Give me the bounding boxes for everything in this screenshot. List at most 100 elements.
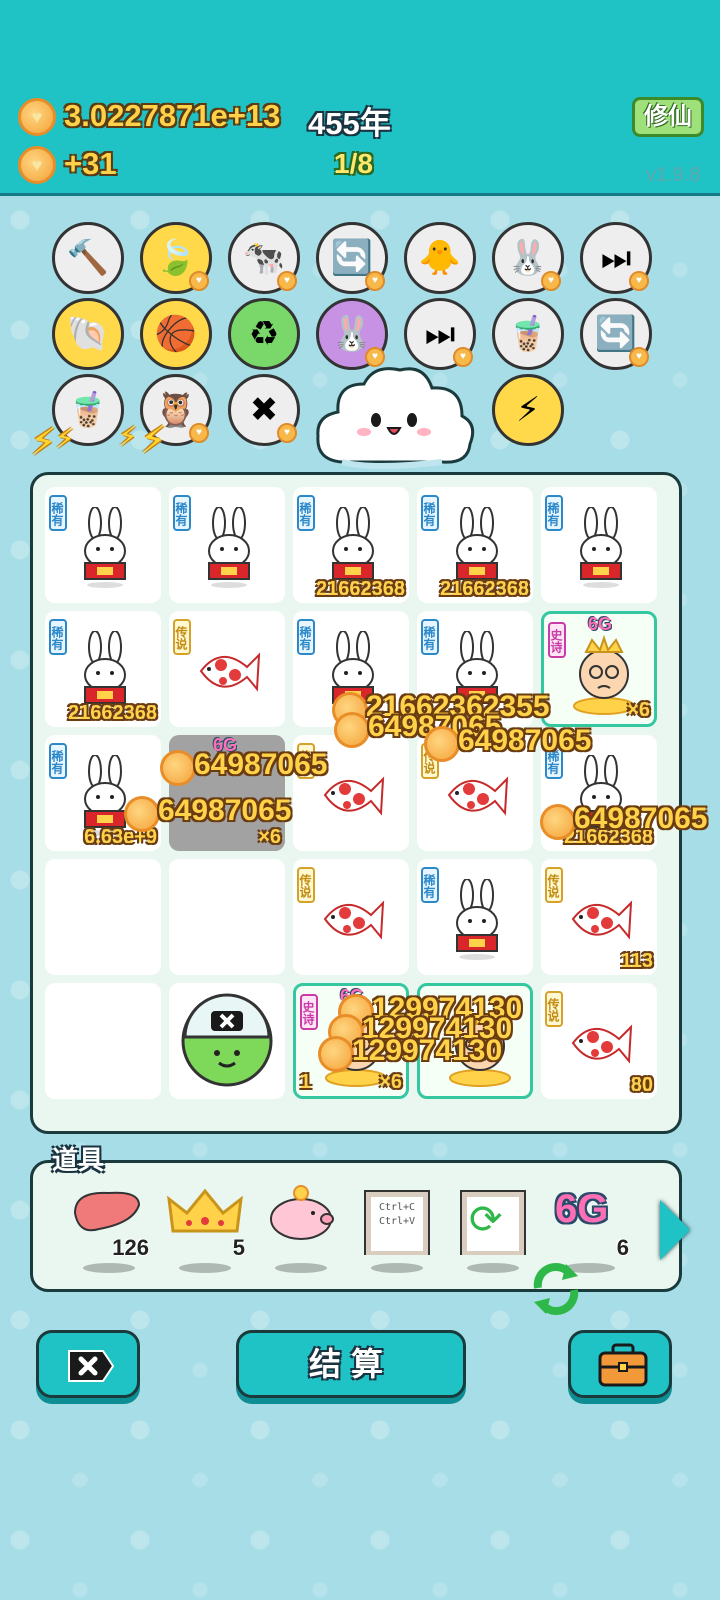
cultivate-button[interactable]: 修仙 (632, 97, 704, 137)
rabbit-icon (73, 506, 137, 589)
rarity-tag: 传说 (173, 619, 191, 655)
chick-icon[interactable]: 🐥 (404, 222, 476, 294)
cloud-mascot-icon[interactable] (312, 362, 478, 472)
settle-button[interactable]: 结算 (236, 1330, 466, 1398)
board-cell-fish[interactable]: 传说 (169, 611, 285, 727)
refresh-icon[interactable] (530, 1260, 582, 1318)
version-label: v1.9.8 (646, 164, 701, 186)
recycle-icon[interactable]: ♻ (228, 298, 300, 370)
rabbit-icon (321, 506, 385, 589)
skip-icon[interactable]: ⏭ ♥ (580, 222, 652, 294)
rarity-tag: 稀有 (297, 495, 315, 531)
hammer-icon[interactable]: 🔨 (52, 222, 124, 294)
floating-reward: 64987065 (158, 794, 292, 827)
skip-icon[interactable]: ⏭ ♥ (404, 298, 476, 370)
copy-paste-label: Ctrl+C Ctrl+V (378, 1202, 416, 1227)
board-cell-capsule[interactable] (169, 983, 285, 1099)
board-cell-fish[interactable]: 传说 80 (541, 983, 657, 1099)
cell-value: 21662368 (316, 578, 405, 600)
tool-count: 5 (232, 1235, 245, 1260)
board-cell-empty[interactable] (45, 983, 161, 1099)
koi-fish-icon (445, 755, 509, 837)
upgrade-heart-icon: ♥ (629, 347, 649, 367)
lightning-effect-icon: ⚡ (140, 420, 167, 462)
bubble-tea-icon[interactable]: 🧋 (492, 298, 564, 370)
cell-value: ×6 (627, 699, 650, 721)
board-cell-fish[interactable]: 传说 (293, 859, 409, 975)
cell-value: 21662368 (68, 702, 157, 724)
upgrade-heart-icon: ♥ (629, 271, 649, 291)
koi-fish-icon (197, 631, 261, 713)
rabbit-icon (569, 506, 633, 589)
tool-count: 126 (112, 1235, 149, 1260)
rarity-tag: 史诗 (300, 994, 318, 1030)
cows-icon[interactable]: 🐄 ♥ (228, 222, 300, 294)
cell-value: ×6 (379, 1071, 402, 1093)
basketballs-icon[interactable]: 🏀 (140, 298, 212, 370)
liver-icon[interactable]: 126 (69, 1183, 149, 1273)
bag-button[interactable] (568, 1330, 672, 1398)
cell-value: ×6 (258, 826, 281, 848)
piggy-bank-icon[interactable] (261, 1183, 341, 1273)
upgrade-heart-icon: ♥ (189, 271, 209, 291)
crown-icon[interactable]: 5 (165, 1183, 245, 1273)
floating-reward: 64987065 (194, 748, 328, 781)
upgrade-heart-icon: ♥ (189, 423, 209, 443)
shell-icon[interactable]: 🐚 (52, 298, 124, 370)
coin-total: 3.0227871e+13 (64, 98, 281, 133)
leaf-icon[interactable]: 🍃 ♥ (140, 222, 212, 294)
board-cell-rabbit[interactable]: 稀有 21662368 (45, 611, 161, 727)
tools-next-arrow-icon[interactable] (660, 1200, 690, 1260)
copy-paste-icon[interactable]: Ctrl+C Ctrl+V (357, 1183, 437, 1273)
board-cell-old-man[interactable]: 史诗 6G ×6 (541, 611, 657, 727)
board-cell-rabbit[interactable]: 稀有 (417, 859, 533, 975)
rarity-tag: 稀有 (49, 495, 67, 531)
upgrade-heart-icon: ♥ (277, 271, 297, 291)
board-cell-rabbit[interactable]: 稀有 21662368 (293, 487, 409, 603)
rarity-tag: 传说 (297, 867, 315, 903)
rarity-tag: 稀有 (173, 495, 191, 531)
ad-icon[interactable]: ✖ ♥ (228, 374, 300, 446)
board-cell-empty[interactable] (45, 859, 161, 975)
rabbit-icon[interactable]: 🐰 ♥ (492, 222, 564, 294)
rarity-tag: 稀有 (545, 495, 563, 531)
board-cell-rabbit[interactable]: 稀有 (45, 487, 161, 603)
refresh-icon[interactable]: 🔄 ♥ (580, 298, 652, 370)
rarity-tag: 稀有 (421, 495, 439, 531)
rarity-tag: 稀有 (297, 619, 315, 655)
board-cell-rabbit[interactable]: 稀有 (169, 487, 285, 603)
rarity-tag: 稀有 (421, 867, 439, 903)
coin-icon (124, 796, 160, 832)
rarity-tag: 稀有 (49, 743, 67, 779)
koi-fish-icon (321, 879, 385, 961)
board-cell-rabbit[interactable]: 稀有 21662368 (417, 487, 533, 603)
cell-value: 80 (630, 1074, 653, 1096)
floating-reward: 64987065 (458, 724, 592, 757)
floating-reward: 64987065 (574, 802, 708, 835)
coin-icon (160, 750, 196, 786)
rabbit-icon (73, 630, 137, 713)
lightning-effect-icon: ⚡ (55, 423, 75, 454)
board-cell-fish[interactable]: 传说 113 (541, 859, 657, 975)
rarity-tag: 史诗 (548, 622, 566, 658)
coin-icon (424, 726, 460, 762)
floating-reward: 129974130 (352, 1034, 503, 1067)
ad-close-button[interactable] (36, 1330, 140, 1398)
lightning-effect-icon: ⚡ (118, 421, 138, 452)
settle-label: 结算 (308, 1346, 393, 1382)
board-cell-rabbit[interactable]: 稀有 6.63e+9 (45, 735, 161, 851)
rabbit-icon (445, 878, 509, 961)
ad-icon (68, 1350, 115, 1382)
lightning-icon[interactable]: ⚡ (492, 374, 564, 446)
rarity-tag: 传说 (545, 867, 563, 903)
rabbit-icon (197, 506, 261, 589)
frame-refresh-icon[interactable]: ⟳ (453, 1183, 533, 1273)
board-cell-empty[interactable] (169, 859, 285, 975)
board-cell-rabbit[interactable]: 稀有 (541, 487, 657, 603)
cell-value: 113 (620, 950, 653, 972)
upgrade-heart-icon: ♥ (541, 271, 561, 291)
rabbit-icon[interactable]: 🐰 ♥ (316, 298, 388, 370)
tools-label: 道具 (52, 1145, 105, 1175)
upgrade-heart-icon: ♥ (365, 271, 385, 291)
refresh-icon[interactable]: 🔄 ♥ (316, 222, 388, 294)
